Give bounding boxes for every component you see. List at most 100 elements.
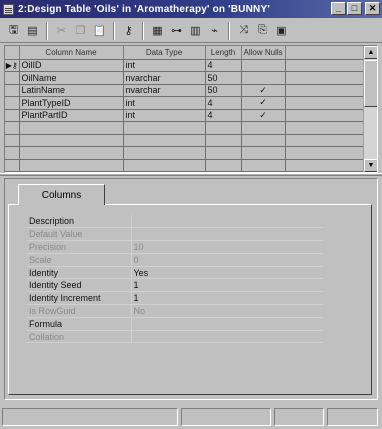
- property-row[interactable]: Identity Increment 1: [27, 291, 323, 306]
- cell-length[interactable]: 50: [205, 71, 242, 85]
- cell-column-name[interactable]: PlantPartID: [19, 109, 124, 122]
- cell-data-type[interactable]: int: [123, 96, 206, 110]
- row-selector[interactable]: [5, 146, 20, 160]
- vertical-scrollbar[interactable]: ▲ ▼: [363, 46, 377, 172]
- cell-column-name[interactable]: [19, 146, 124, 160]
- cell-data-type[interactable]: int: [123, 59, 206, 72]
- property-value[interactable]: [130, 227, 323, 242]
- manage-triggers-button[interactable]: ⌁: [205, 21, 224, 40]
- maximize-button[interactable]: □: [347, 2, 362, 15]
- row-selector[interactable]: [5, 71, 20, 85]
- scroll-thumb[interactable]: [364, 60, 377, 107]
- manage-constraints-button[interactable]: ▣: [272, 21, 291, 40]
- property-value[interactable]: 10: [130, 240, 323, 254]
- row-selector[interactable]: [5, 96, 20, 110]
- cell-data-type[interactable]: nvarchar: [123, 71, 206, 85]
- paste-button[interactable]: 📋: [90, 21, 109, 40]
- scroll-up-button[interactable]: ▲: [364, 46, 377, 59]
- cell-column-name[interactable]: [19, 121, 124, 135]
- cell-column-name[interactable]: OilName: [19, 71, 124, 85]
- cell-column-name[interactable]: [19, 159, 124, 172]
- cell-length[interactable]: [205, 121, 242, 135]
- copy-button[interactable]: ❐: [71, 21, 90, 40]
- header-column-name[interactable]: Column Name: [19, 46, 124, 60]
- scroll-down-button[interactable]: ▼: [364, 159, 377, 172]
- row-selector[interactable]: [5, 134, 20, 147]
- cell-allow-nulls[interactable]: ✓: [241, 109, 286, 122]
- property-row[interactable]: Formula: [27, 317, 323, 331]
- property-row[interactable]: Description: [27, 215, 323, 229]
- title-bar[interactable]: 2:Design Table 'Oils' in 'Aromatherapy' …: [0, 0, 382, 18]
- cell-column-name[interactable]: OilID: [19, 59, 124, 72]
- header-length[interactable]: Length: [205, 46, 242, 60]
- cell-allow-nulls[interactable]: ✓: [241, 84, 286, 97]
- property-value[interactable]: [130, 330, 323, 344]
- cell-data-type[interactable]: [123, 146, 206, 160]
- generate-script-button[interactable]: ⤨: [234, 21, 253, 40]
- tab-columns[interactable]: Columns: [18, 184, 105, 205]
- manage-relationships-button[interactable]: ⊶: [167, 21, 186, 40]
- empty-row[interactable]: [5, 134, 373, 147]
- cell-allow-nulls[interactable]: [241, 121, 286, 135]
- save-button[interactable]: 🖫: [4, 21, 23, 40]
- property-row[interactable]: Collation: [27, 330, 323, 344]
- table-row[interactable]: LatinName nvarchar 50 ✓: [5, 84, 373, 97]
- cell-data-type[interactable]: [123, 121, 206, 135]
- cell-allow-nulls[interactable]: [241, 71, 286, 85]
- cell-length[interactable]: [205, 146, 242, 160]
- header-data-type[interactable]: Data Type: [123, 46, 206, 60]
- property-value[interactable]: Yes: [130, 266, 323, 280]
- property-row[interactable]: Scale 0: [27, 253, 323, 267]
- table-row[interactable]: OilName nvarchar 50: [5, 71, 373, 85]
- minimize-button[interactable]: _: [331, 2, 346, 15]
- row-selector[interactable]: [5, 121, 20, 135]
- row-selector-primary-key[interactable]: ▶⚷: [5, 59, 20, 72]
- set-primary-key-button[interactable]: ⚷: [119, 21, 138, 40]
- cell-column-name[interactable]: [19, 134, 124, 147]
- property-row[interactable]: Default Value: [27, 227, 323, 242]
- cell-length[interactable]: [205, 134, 242, 147]
- pane-splitter[interactable]: [0, 173, 382, 176]
- property-row[interactable]: Precision 10: [27, 240, 323, 254]
- cell-column-name[interactable]: LatinName: [19, 84, 124, 97]
- empty-row[interactable]: [5, 146, 373, 160]
- cell-data-type[interactable]: [123, 134, 206, 147]
- cell-length[interactable]: [205, 159, 242, 172]
- table-row[interactable]: PlantTypeID int 4 ✓: [5, 96, 373, 110]
- property-row[interactable]: Identity Seed 1: [27, 278, 323, 293]
- property-value[interactable]: 1: [130, 291, 323, 306]
- cut-button[interactable]: ✂: [52, 21, 71, 40]
- property-row[interactable]: Identity Yes: [27, 266, 323, 280]
- table-designer-icon[interactable]: [3, 3, 14, 15]
- manage-indexes-button[interactable]: ▥: [186, 21, 205, 40]
- cell-allow-nulls[interactable]: [241, 59, 286, 72]
- row-selector[interactable]: [5, 109, 20, 122]
- cell-length[interactable]: 4: [205, 109, 242, 122]
- cell-allow-nulls[interactable]: [241, 159, 286, 172]
- table-row[interactable]: PlantPartID int 4 ✓: [5, 109, 373, 122]
- cell-length[interactable]: 4: [205, 59, 242, 72]
- cell-allow-nulls[interactable]: [241, 146, 286, 160]
- cell-allow-nulls[interactable]: [241, 134, 286, 147]
- header-allow-nulls[interactable]: Allow Nulls: [241, 46, 286, 60]
- property-value[interactable]: 0: [130, 253, 323, 267]
- cell-column-name[interactable]: PlantTypeID: [19, 96, 124, 110]
- empty-row[interactable]: [5, 121, 373, 135]
- cell-length[interactable]: 50: [205, 84, 242, 97]
- cell-length[interactable]: 4: [205, 96, 242, 110]
- table-row[interactable]: ▶⚷ OilID int 4: [5, 59, 373, 72]
- row-selector[interactable]: [5, 84, 20, 97]
- cell-data-type[interactable]: int: [123, 109, 206, 122]
- cell-data-type[interactable]: [123, 159, 206, 172]
- close-button[interactable]: ✕: [365, 2, 380, 15]
- property-value[interactable]: 1: [130, 278, 323, 293]
- properties-button[interactable]: ▤: [23, 21, 42, 40]
- cell-allow-nulls[interactable]: ✓: [241, 96, 286, 110]
- property-value[interactable]: No: [130, 304, 323, 318]
- property-row[interactable]: Is RowGuid No: [27, 304, 323, 318]
- row-selector[interactable]: [5, 159, 20, 172]
- property-value[interactable]: [130, 317, 323, 331]
- cell-data-type[interactable]: nvarchar: [123, 84, 206, 97]
- change-table-button[interactable]: ▦: [148, 21, 167, 40]
- save-change-script-button[interactable]: ⎘: [253, 21, 272, 40]
